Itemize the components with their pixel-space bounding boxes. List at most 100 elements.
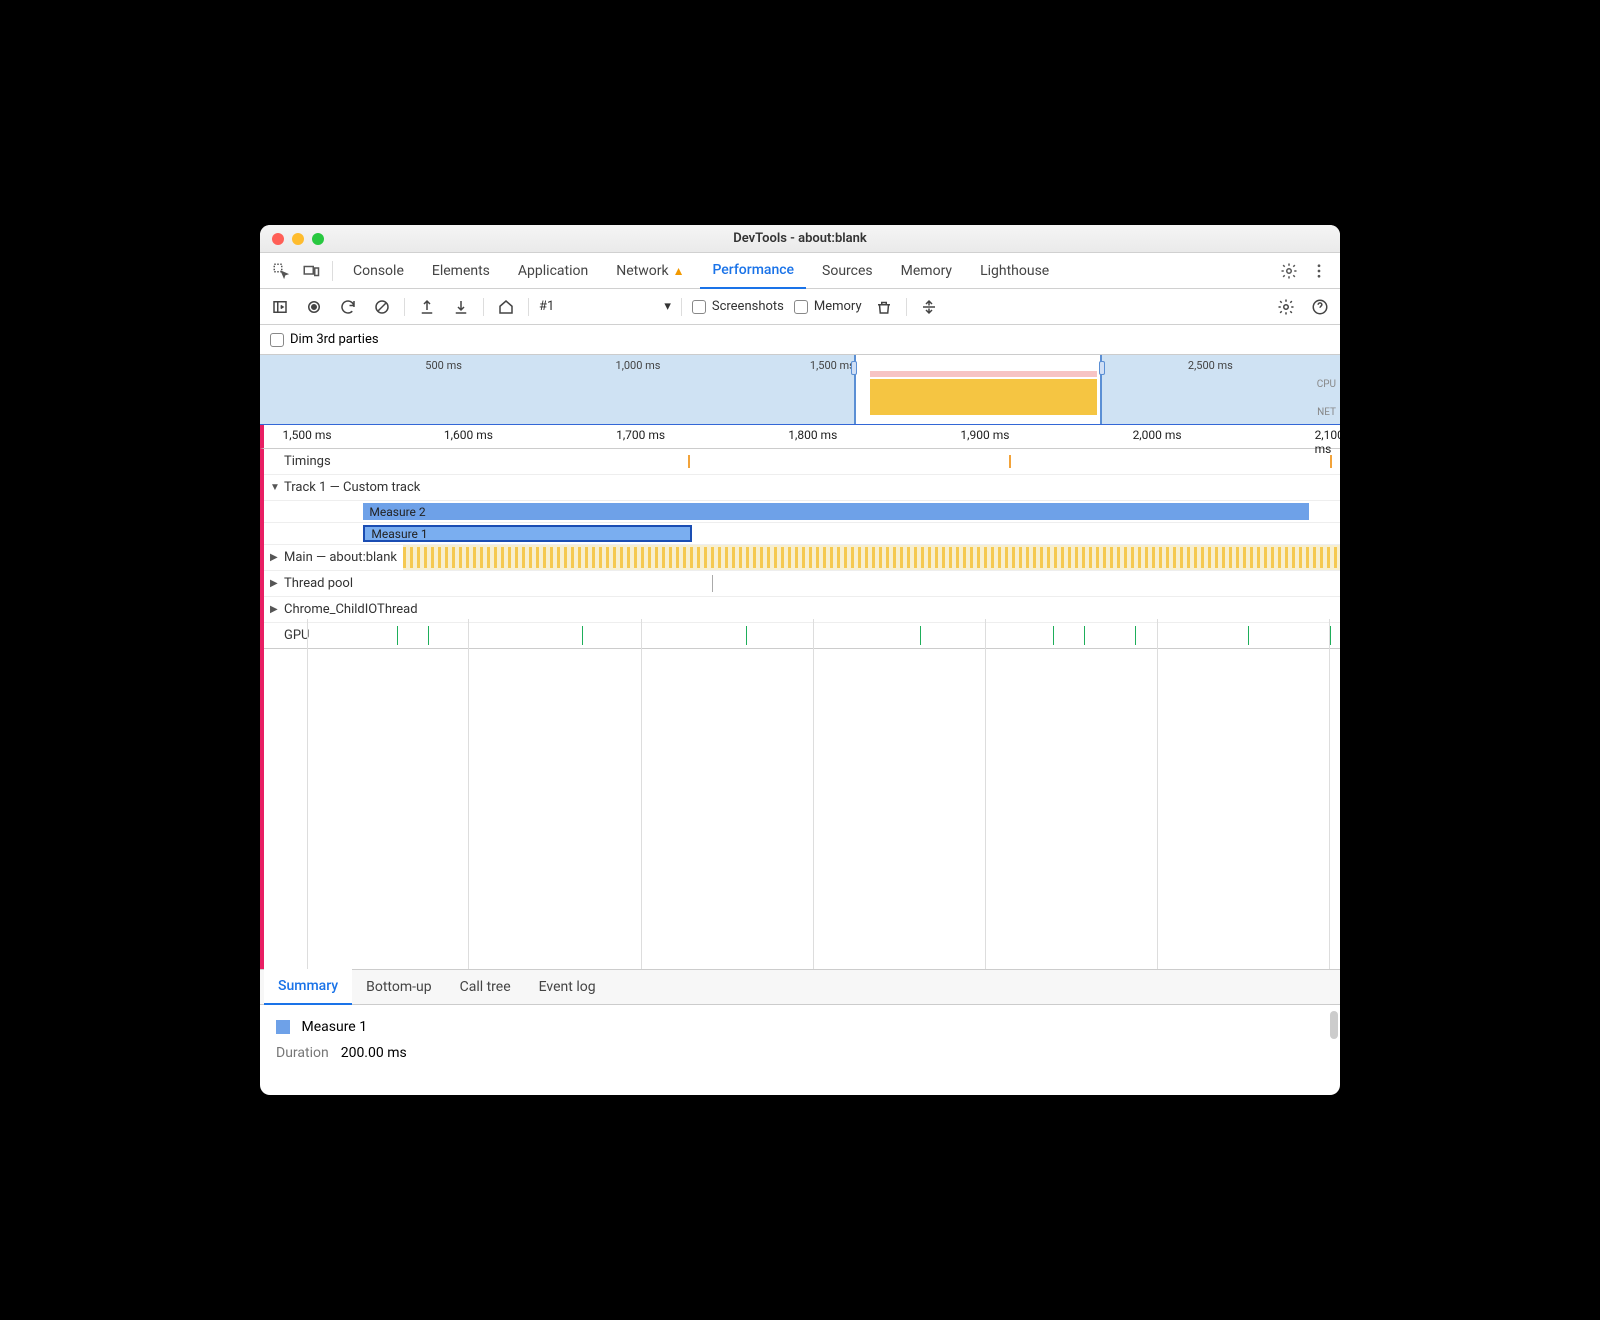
- tab-elements[interactable]: Elements: [420, 253, 502, 289]
- track-label: Track 1 — Custom track: [284, 480, 420, 495]
- gpu-event: [1135, 626, 1136, 645]
- separator: [332, 261, 333, 281]
- tab-network[interactable]: Network ▲: [604, 253, 696, 289]
- checkbox-icon: [270, 333, 284, 347]
- custom-track-header[interactable]: ▼Track 1 — Custom track: [264, 475, 1340, 501]
- child-io-track[interactable]: ▶ Chrome_ChildIOThread: [264, 597, 1340, 623]
- gridline: [1157, 619, 1158, 969]
- home-icon[interactable]: [494, 295, 518, 319]
- tab-label: Sources: [822, 263, 873, 279]
- gpu-track[interactable]: GPU: [264, 623, 1340, 649]
- duration-row: Duration 200.00 ms: [276, 1045, 1324, 1061]
- tab-console[interactable]: Console: [341, 253, 416, 289]
- tab-call-tree[interactable]: Call tree: [446, 969, 525, 1005]
- disclosure-closed-icon: ▶: [270, 552, 280, 563]
- tab-sources[interactable]: Sources: [810, 253, 885, 289]
- dim-3rd-parties-checkbox[interactable]: Dim 3rd parties: [270, 332, 379, 347]
- scrollbar-thumb[interactable]: [1330, 1011, 1338, 1039]
- checkbox-label: Dim 3rd parties: [290, 332, 379, 347]
- tab-application[interactable]: Application: [506, 253, 600, 289]
- recording-selector[interactable]: #1 ▾: [539, 299, 671, 314]
- ruler-tick: 2,000 ms: [1133, 428, 1182, 442]
- devtools-window: DevTools - about:blank Console Elements …: [260, 225, 1340, 1095]
- overview-minimap[interactable]: CPU NET 500 ms1,000 ms1,500 ms2,000 ms2,…: [260, 355, 1340, 425]
- tab-label: Lighthouse: [980, 263, 1049, 279]
- duration-key: Duration: [276, 1045, 329, 1061]
- tab-memory[interactable]: Memory: [889, 253, 964, 289]
- tab-label: Application: [518, 263, 588, 279]
- selection-handle-right[interactable]: [1099, 361, 1105, 375]
- shortcuts-icon[interactable]: [917, 295, 941, 319]
- disclosure-closed-icon: ▶: [270, 604, 280, 615]
- toggle-sidebar-icon[interactable]: [268, 295, 292, 319]
- tab-label: Summary: [278, 978, 338, 994]
- gpu-event: [397, 626, 398, 645]
- ruler-tick: 1,700 ms: [616, 428, 665, 442]
- gridline: [641, 619, 642, 969]
- tab-performance[interactable]: Performance: [700, 253, 806, 289]
- gpu-event: [1248, 626, 1249, 645]
- selection-handle-left[interactable]: [851, 361, 857, 375]
- device-toolbar-icon[interactable]: [298, 258, 324, 284]
- ruler-tick: 1,800 ms: [788, 428, 837, 442]
- record-icon[interactable]: [302, 295, 326, 319]
- timings-lane: [337, 449, 1340, 474]
- tab-event-log[interactable]: Event log: [525, 969, 610, 1005]
- selected-item-heading: Measure 1: [276, 1019, 1324, 1035]
- timeline-ruler[interactable]: 1,500 ms1,600 ms1,700 ms1,800 ms1,900 ms…: [260, 425, 1340, 449]
- settings-icon[interactable]: [1276, 258, 1302, 284]
- gridline: [985, 619, 986, 969]
- inspect-element-icon[interactable]: [268, 258, 294, 284]
- overview-tick: 1,500 ms: [810, 359, 855, 372]
- capture-settings-icon[interactable]: [1274, 295, 1298, 319]
- measure-label: Measure 1: [371, 527, 427, 541]
- tab-label: Network: [616, 263, 668, 279]
- track-label: Thread pool: [284, 576, 353, 591]
- gpu-lane: [316, 623, 1341, 648]
- tab-bottom-up[interactable]: Bottom-up: [352, 969, 445, 1005]
- tab-label: Elements: [432, 263, 490, 279]
- gridline: [307, 619, 308, 969]
- chevron-down-icon: ▾: [664, 299, 671, 314]
- gpu-event: [746, 626, 747, 645]
- recording-label: #1: [539, 299, 554, 314]
- measure-bar-1[interactable]: Measure 1: [363, 525, 692, 542]
- timings-track[interactable]: Timings: [264, 449, 1340, 475]
- clear-icon[interactable]: [370, 295, 394, 319]
- measure-bar-2[interactable]: Measure 2: [363, 503, 1309, 520]
- more-icon[interactable]: [1306, 258, 1332, 284]
- gpu-event: [428, 626, 429, 645]
- separator: [681, 298, 682, 316]
- separator: [404, 298, 405, 316]
- tab-summary[interactable]: Summary: [264, 969, 352, 1005]
- track-label: Chrome_ChildIOThread: [284, 602, 418, 617]
- main-track[interactable]: ▶Main — about:blank: [264, 545, 1340, 571]
- details-panel: Measure 1 Duration 200.00 ms: [260, 1005, 1340, 1095]
- download-icon[interactable]: [449, 295, 473, 319]
- perf-toolbar: #1 ▾ Screenshots Memory: [260, 289, 1340, 325]
- reload-icon[interactable]: [336, 295, 360, 319]
- ruler-tick: 1,600 ms: [444, 428, 493, 442]
- memory-checkbox[interactable]: Memory: [794, 299, 862, 314]
- screenshots-checkbox[interactable]: Screenshots: [692, 299, 784, 314]
- measure-row: Measure 1: [264, 523, 1340, 545]
- gc-icon[interactable]: [872, 295, 896, 319]
- ruler-tick: 1,500 ms: [283, 428, 332, 442]
- tab-lighthouse[interactable]: Lighthouse: [968, 253, 1061, 289]
- gpu-event: [1330, 626, 1331, 645]
- upload-icon[interactable]: [415, 295, 439, 319]
- tab-label: Event log: [539, 979, 596, 995]
- tab-label: Console: [353, 263, 404, 279]
- tab-label: Bottom-up: [366, 979, 431, 995]
- thread-pool-track[interactable]: ▶Thread pool: [264, 571, 1340, 597]
- track-label: Timings: [284, 454, 331, 469]
- selected-name: Measure 1: [301, 1019, 367, 1035]
- checkbox-label: Screenshots: [712, 299, 784, 314]
- details-tabs: Summary Bottom-up Call tree Event log: [260, 969, 1340, 1005]
- overview-tick: 500 ms: [425, 359, 462, 372]
- warning-icon: ▲: [673, 264, 685, 278]
- gridline: [813, 619, 814, 969]
- overview-tick: 1,000 ms: [616, 359, 661, 372]
- help-icon[interactable]: [1308, 295, 1332, 319]
- checkbox-label: Memory: [814, 299, 862, 314]
